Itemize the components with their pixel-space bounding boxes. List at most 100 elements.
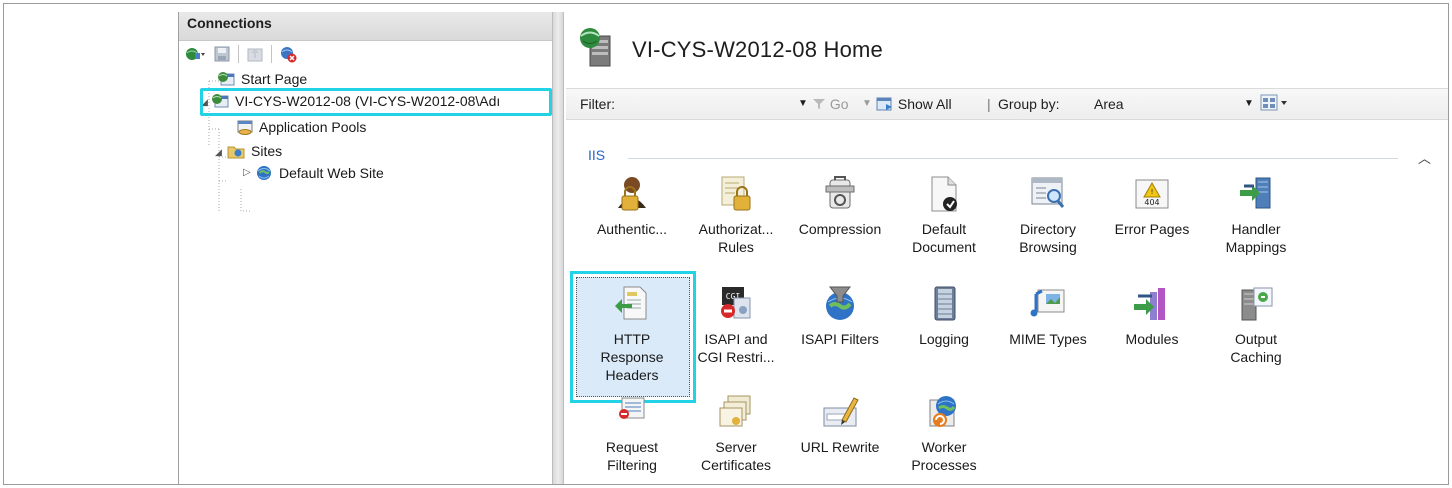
tree-node-application-pools[interactable]: Application Pools [235,117,366,137]
feature-authentication[interactable]: Authentic... [580,174,684,238]
feature-request-filtering[interactable]: Request Filtering [580,396,684,474]
feature-mime-types[interactable]: MIME Types [996,284,1100,348]
feature-label: Modules [1125,331,1179,347]
filter-toolbar: Filter: ▼ Go ▼ Show All | Group by: Area… [566,88,1448,120]
highlight-server-node [200,88,552,116]
authentication-icon [612,174,652,214]
expand-expander-icon[interactable]: ▷ [243,167,251,178]
feature-label: Authentic... [596,221,668,237]
feature-default-document[interactable]: Default Document [892,174,996,256]
feature-label: Processes [911,457,977,473]
go-dropdown-icon[interactable]: ▼ [862,98,872,109]
filter-label: Filter: [580,96,615,112]
group-by-dropdown-icon[interactable]: ▼ [1244,98,1254,109]
go-label: Go [829,96,849,112]
collapse-group-chevron-icon[interactable]: ︿ [1418,148,1431,167]
default-document-icon [924,174,964,214]
error-badge-text: 404 [1144,198,1159,207]
feature-directory-browsing[interactable]: Directory Browsing [996,174,1100,256]
tree-label-application-pools: Application Pools [259,119,367,135]
error-pages-icon: ! 404 [1132,174,1172,214]
connections-toolbar [179,41,552,67]
tree-node-default-web-site[interactable]: Default Web Site [255,163,384,183]
feature-server-certificates[interactable]: Server Certificates [684,392,788,474]
feature-label: ISAPI and [704,331,768,347]
svg-text:!: ! [1151,188,1154,196]
view-grid-icon [1260,94,1287,111]
feature-http-response-headers[interactable]: HTTP Response Headers [580,284,684,384]
feature-worker-processes[interactable]: Worker Processes [892,392,996,474]
feature-label: Mappings [1225,239,1287,255]
home-title-area: VI-CYS-W2012-08 Home [576,26,883,73]
feature-handler-mappings[interactable]: Handler Mappings [1204,174,1308,256]
show-all-button[interactable]: Show All [876,96,952,112]
collapse-expander-icon[interactable]: ◢ [215,147,222,158]
feature-output-caching[interactable]: Output Caching [1204,284,1308,366]
group-by-label: Group by: [998,96,1060,112]
feature-url-rewrite[interactable]: URL Rewrite [788,392,892,456]
feature-label: Worker [921,439,967,455]
feature-label: URL Rewrite [800,439,880,455]
show-all-label: Show All [897,96,952,112]
feature-label: Caching [1230,349,1282,365]
feature-label: Headers [605,367,659,383]
tree-node-start-page[interactable]: Start Page [217,69,307,89]
go-button[interactable]: Go [812,96,849,112]
url-rewrite-icon [820,392,860,432]
server-certificates-icon [716,392,756,432]
feature-label: MIME Types [1009,331,1087,347]
mime-types-icon [1028,284,1068,324]
show-all-icon [876,97,892,111]
feature-logging[interactable]: Logging [892,284,996,348]
funnel-icon [813,99,825,109]
feature-label: Rules [718,239,754,255]
isapi-cgi-icon: CGI [716,284,756,324]
group-by-select[interactable]: Area [1094,96,1124,112]
connections-pane: Connections Start Page ◢ VI-CYS-W2012-08… [178,12,552,484]
disconnect-icon[interactable] [279,45,297,63]
output-caching-icon [1236,284,1276,324]
group-divider [628,158,1398,159]
feature-compression[interactable]: Compression [788,174,892,238]
toolbar-separator [271,45,272,63]
feature-error-pages[interactable]: ! 404 Error Pages [1100,174,1204,238]
application-pools-icon [235,119,253,135]
tree-node-sites[interactable]: Sites [227,141,282,161]
tree-label-default-web-site: Default Web Site [279,165,384,181]
toolbar-separator [238,45,239,63]
sites-folder-icon [227,143,245,159]
connect-icon[interactable] [185,45,205,63]
feature-label: Server [715,439,757,455]
feature-isapi-filters[interactable]: ISAPI Filters [788,284,892,348]
server-home-icon [576,26,618,73]
save-icon[interactable] [213,45,231,63]
up-icon[interactable] [246,45,264,63]
feature-label: Logging [919,331,969,347]
view-mode-button[interactable] [1260,94,1290,115]
feature-label: Default [921,221,967,237]
feature-label: Document [912,239,976,255]
feature-authorization-rules[interactable]: Authorizat... Rules [684,174,788,256]
filter-dropdown-icon[interactable]: ▼ [798,98,808,109]
feature-label: Error Pages [1114,221,1190,237]
feature-label: Response [600,349,664,365]
filter-input[interactable] [636,93,786,115]
feature-label: Request [605,439,659,455]
feature-label: Filtering [607,457,657,473]
compression-icon [820,174,860,214]
feature-modules[interactable]: Modules [1100,284,1204,348]
start-page-icon [217,71,235,87]
group-header-iis: IIS [588,147,606,163]
authorization-rules-icon [716,174,756,214]
http-response-headers-icon [612,284,652,324]
feature-label: Authorizat... [698,221,774,237]
iis-manager-window: Connections Start Page ◢ VI-CYS-W2012-08… [3,3,1449,485]
feature-isapi-cgi-restrictions[interactable]: CGI ISAPI and CGI Restri... [684,284,788,366]
request-filtering-icon [612,396,652,420]
feature-label: Handler [1231,221,1281,237]
directory-browsing-icon [1028,174,1068,214]
feature-label: Certificates [700,457,772,473]
feature-label: HTTP [613,331,651,347]
feature-label: ISAPI Filters [801,331,879,347]
pane-splitter[interactable] [552,12,564,484]
